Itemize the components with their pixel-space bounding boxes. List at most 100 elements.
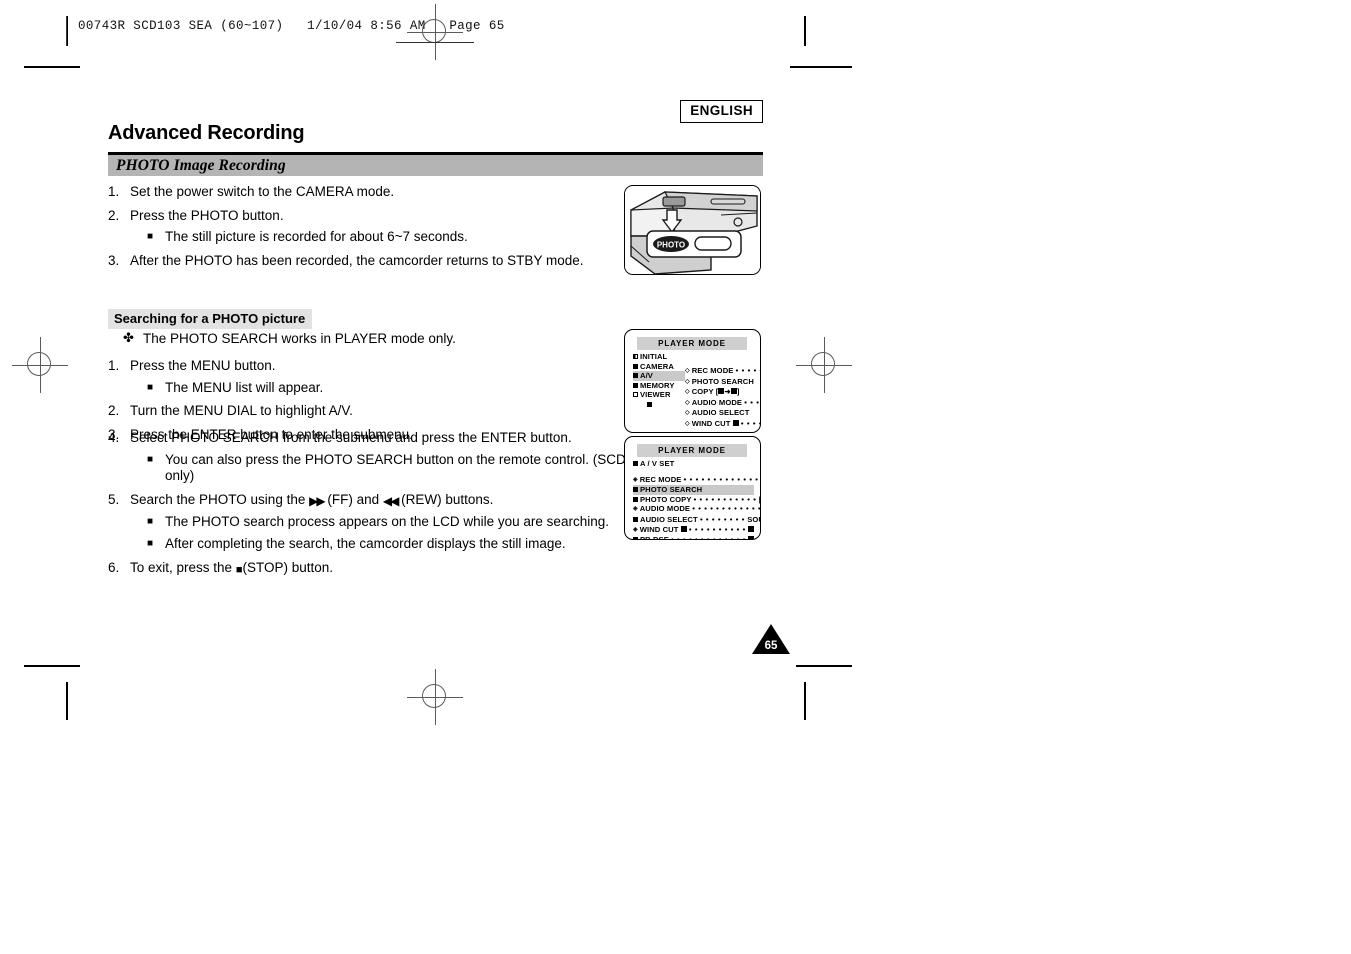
osd-row[interactable]: ◈ WIND CUT • • • • • • • • • • — [633, 524, 755, 536]
osd-category-item-selected[interactable]: A/V — [633, 371, 685, 381]
osd-row-label: AUDIO MODE — [639, 504, 691, 514]
osd-submenu-item[interactable]: ◇ AUDIO SELECT — [685, 408, 760, 419]
cursor-icon — [647, 401, 652, 407]
step-text: After the PHOTO has been recorded, the c… — [130, 253, 584, 269]
osd-row[interactable]: AUDIO SELECT • • • • • • • • SOUND[1] — [633, 514, 760, 525]
diamond-icon: ◇ — [685, 389, 690, 396]
osd-value-block-icon — [748, 525, 755, 532]
sub-item-text: You can also press the PHOTO SEARCH butt… — [165, 451, 649, 484]
osd-dots: • • • • • • • • • • • • • — [671, 535, 746, 540]
osd-cursor-row — [633, 400, 685, 410]
crop-mark-top-right-v — [804, 16, 806, 46]
sub-item-text: The still picture is recorded for about … — [165, 229, 468, 245]
osd-dots: • • • • • • • • — [699, 514, 745, 524]
slug-rule-left — [66, 16, 67, 46]
sub-item: ■ After completing the search, the camco… — [130, 536, 653, 553]
diamond-icon: ◇ — [685, 368, 690, 374]
osd-submenu-label: PB DSE — [692, 430, 721, 432]
osd-category-item[interactable]: MEMORY — [633, 381, 685, 391]
osd-category-label: A/V — [640, 371, 653, 381]
osd-submenu-item[interactable]: ◇ COPY [➜] — [685, 387, 760, 398]
osd-row-label: WIND CUT — [639, 524, 679, 534]
ff-label: (FF) and — [327, 492, 380, 508]
osd-copy-value-icon: [➜] — [715, 387, 740, 397]
step-number: 4. — [108, 430, 120, 445]
osd-dots: • • • • • • • • — [735, 366, 760, 375]
menu-marker-icon — [633, 363, 638, 369]
osd-row[interactable]: ◈AUDIO MODE • • • • • • • • • • • • 12 — [633, 504, 760, 515]
photo-search-steps-b: 4. Select PHOTO SEARCH from the submenu … — [108, 430, 653, 584]
osd-submenu-item[interactable]: ◇REC MODE • • • • • • • • — [685, 366, 760, 377]
osd-section-label-row: A / V SET — [633, 459, 754, 469]
osd-row-label: PHOTO COPY — [640, 494, 692, 504]
menu-marker-icon — [633, 373, 638, 379]
square-bullet-icon: ■ — [147, 381, 154, 393]
list-item: 4. Select PHOTO SEARCH from the submenu … — [108, 430, 653, 485]
camcorder-svg: PHOTO — [625, 186, 760, 274]
list-item: 2. Press the PHOTO button. ■ The still p… — [108, 208, 638, 246]
osd-category-item[interactable]: CAMERA — [633, 362, 685, 372]
list-item: 6. To exit, press the ■(STOP) button. — [108, 560, 653, 578]
diamond-icon: ◇ — [685, 378, 690, 385]
fast-forward-icon: ▶▶ — [309, 494, 326, 509]
step-number: 2. — [108, 403, 120, 419]
step-number: 1. — [108, 358, 120, 373]
osd-dots: • • • • • — [740, 418, 760, 428]
crop-mark-bottom-left-v — [66, 682, 68, 720]
osd-dots: • • • — [744, 397, 760, 407]
osd-category-item[interactable]: INITIAL — [633, 352, 685, 362]
page-number: 65 — [764, 640, 778, 652]
rew-label: (REW) buttons. — [401, 492, 494, 508]
step-text: Press the PHOTO button. — [130, 207, 284, 223]
osd-category-label: MEMORY — [640, 380, 675, 390]
step-number: 3. — [108, 253, 120, 269]
osd-submenu-list: ◇REC MODE • • • • • • • • ◇PHOTO SEARCH … — [685, 366, 760, 432]
subsection-header: Searching for a PHOTO picture — [108, 309, 313, 329]
osd-body-1: INITIAL CAMERA A/V MEMORY VIEWER ◇ REC MO… — [633, 352, 760, 432]
osd-row[interactable]: PHOTO COPY • • • • • • • • • • • [➜] — [633, 494, 760, 505]
osd-player-mode-menu: PLAYER MODE INITIAL CAMERA A/V MEMORY VI… — [624, 329, 761, 433]
osd-title-1: PLAYER MODE — [637, 337, 747, 350]
osd-category-item[interactable]: VIEWER — [633, 390, 685, 400]
crop-mark-bottom-right-h — [796, 665, 852, 667]
osd-submenu-label: WIND CUT — [691, 418, 731, 428]
osd-value: SOUND[1] — [747, 514, 760, 524]
osd-submenu-label: COPY — [691, 387, 714, 397]
osd-av-set-menu: PLAYER MODE A / V SET ◈ REC MODE • • • • … — [624, 436, 761, 540]
sub-item-text: After completing the search, the camcord… — [165, 535, 566, 551]
registration-mark-bottom — [407, 669, 463, 725]
document-page: 00743R SCD103 SEA (60~107) 1/10/04 8:56 … — [0, 0, 1351, 954]
list-item: 1. Press the MENU button. ■ The MENU lis… — [108, 358, 638, 396]
osd-copy-value-icon: [➜] — [759, 495, 760, 504]
osd-row[interactable]: ◈ REC MODE • • • • • • • • • • • • • • — [633, 474, 760, 486]
sub-item-text: The MENU list will appear. — [165, 379, 324, 395]
osd-category-label: VIEWER — [640, 390, 671, 400]
step-number: 6. — [108, 559, 120, 575]
osd-row[interactable]: PB DSE • • • • • • • • • • • • • — [633, 535, 755, 540]
sub-item-text: The PHOTO search process appears on the … — [165, 514, 609, 530]
cursor-icon — [633, 487, 638, 493]
square-bullet-icon: ■ — [147, 231, 154, 243]
osd-submenu-item[interactable]: ◇WIND CUT • • • • • — [685, 418, 760, 430]
wind-cut-icon — [732, 419, 739, 426]
square-bullet-icon: ■ — [147, 453, 154, 465]
osd-submenu-item[interactable]: ◇AUDIO MODE • • • 12 — [685, 397, 760, 409]
step-number: 5. — [108, 492, 120, 508]
folder-marker-icon — [633, 461, 638, 466]
photo-button-label: PHOTO — [657, 241, 685, 250]
photo-recording-steps: 1. Set the power switch to the CAMERA mo… — [108, 184, 638, 277]
osd-submenu-item[interactable]: ◇PB DSE — [685, 430, 760, 432]
osd-submenu-item[interactable]: ◇ PHOTO SEARCH — [685, 377, 760, 388]
crop-mark-bottom-right-v — [804, 682, 806, 720]
osd-row-label: REC MODE — [639, 474, 682, 484]
osd-submenu-label: AUDIO MODE — [691, 397, 743, 407]
osd-row-label: PHOTO SEARCH — [640, 485, 703, 495]
step-text: Set the power switch to the CAMERA mode. — [130, 184, 395, 199]
square-bullet-icon: ■ — [147, 537, 154, 549]
diamond-icon: ◇ — [685, 410, 690, 417]
osd-row-selected[interactable]: PHOTO SEARCH — [633, 485, 754, 495]
crop-mark-top-right-h — [790, 66, 852, 68]
step-text: To exit, press the — [130, 559, 233, 575]
menu-marker-icon — [633, 354, 638, 359]
osd-row-label: AUDIO SELECT — [640, 514, 698, 524]
